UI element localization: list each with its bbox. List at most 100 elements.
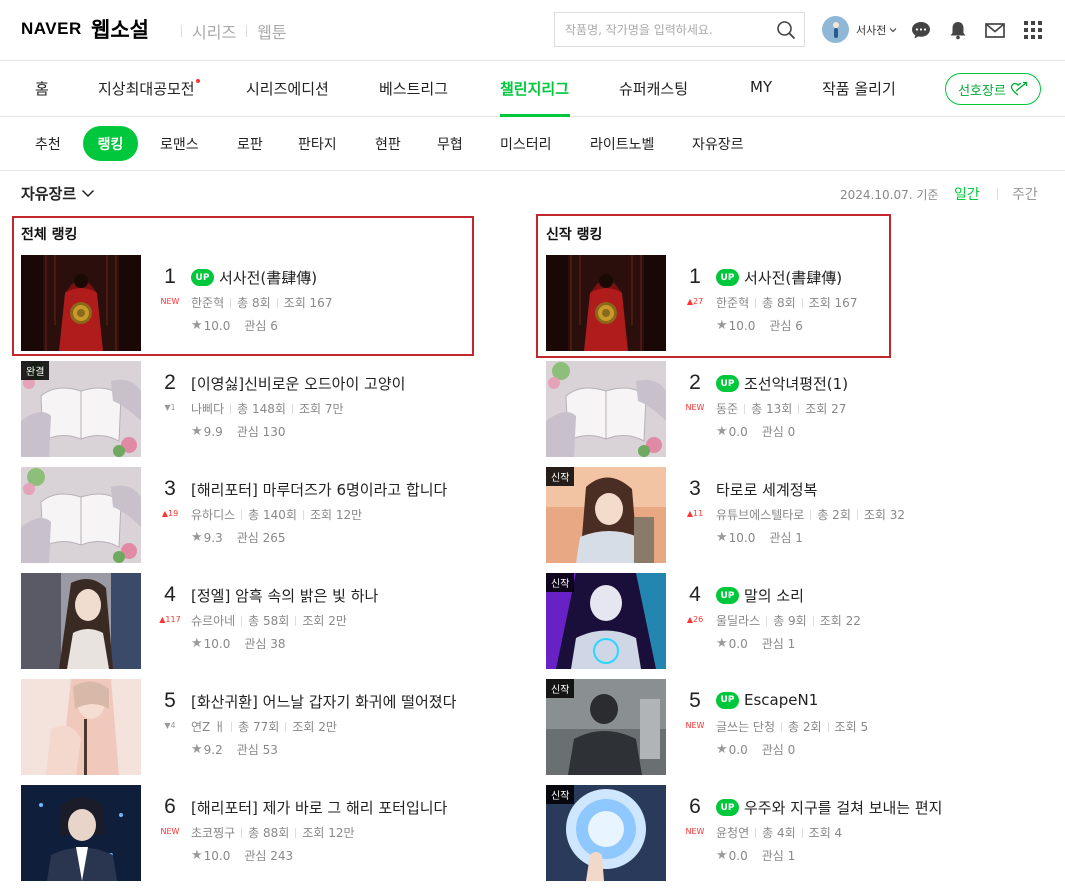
nav-my[interactable]: MY <box>750 78 772 96</box>
author-name[interactable]: 나삐다 <box>191 400 224 417</box>
cover-thumbnail[interactable] <box>546 361 666 457</box>
period-daily-tab[interactable]: 일간 <box>954 184 980 204</box>
title-line[interactable]: UP 조선악녀평전(1) <box>716 373 848 394</box>
title-line[interactable]: [화산귀환] 어느날 갑자기 화귀에 떨어졌다 <box>191 691 456 712</box>
cover-thumbnail[interactable]: 완결 <box>21 361 141 457</box>
subnav-free-genre[interactable]: 자유장르 <box>692 134 744 154</box>
work-title[interactable]: [해리포터] 마루더즈가 6명이라고 합니다 <box>191 479 447 500</box>
title-line[interactable]: [정엘] 암흑 속의 밝은 빛 하나 <box>191 585 378 606</box>
rank-item[interactable]: 완결 2 ▼1 [이영싫]신비로운 오드아이 고양이 나삐다 총 148회 조회 7만 ★ 9.… <box>21 361 481 457</box>
work-title[interactable]: 우주와 지구를 걸쳐 보내는 편지 <box>744 797 942 818</box>
work-title[interactable]: 타로로 세계정복 <box>716 479 817 500</box>
work-title[interactable]: EscapeN1 <box>744 691 818 709</box>
user-profile[interactable]: 서사전 <box>822 16 897 43</box>
author-name[interactable]: 유튜브에스텔타로 <box>716 506 804 523</box>
subnav-light-novel[interactable]: 라이트노벨 <box>590 134 654 154</box>
rank-change: ▼4 <box>164 721 176 730</box>
subnav-ranking[interactable]: 랭킹 <box>83 126 138 161</box>
author-name[interactable]: 연Z ㅐ <box>191 718 225 735</box>
cover-thumbnail[interactable] <box>21 679 141 775</box>
nav-upload[interactable]: 작품 올리기 <box>822 78 896 99</box>
author-name[interactable]: 한준혁 <box>191 294 224 311</box>
author-name[interactable]: 슈르아네 <box>191 612 235 629</box>
work-title[interactable]: [정엘] 암흑 속의 밝은 빛 하나 <box>191 585 378 606</box>
subnav-martial-arts[interactable]: 무협 <box>437 134 463 154</box>
cover-thumbnail[interactable]: 신작 <box>546 679 666 775</box>
work-title[interactable]: [화산귀환] 어느날 갑자기 화귀에 떨어졌다 <box>191 691 456 712</box>
cover-thumbnail[interactable]: 신작 <box>546 467 666 563</box>
work-title[interactable]: 서사전(書肆傳) <box>744 267 842 288</box>
title-line[interactable]: [이영싫]신비로운 오드아이 고양이 <box>191 373 405 394</box>
divider <box>781 721 783 732</box>
webtoon-link[interactable]: 웹툰 <box>257 19 286 43</box>
bell-icon[interactable] <box>947 19 969 41</box>
rank-item[interactable]: 1 NEW UP 서사전(書肆傳) 한준혁 총 8회 조회 167 ★ 10.0 관심 6 <box>21 255 481 351</box>
rank-item[interactable]: 4 ▲117 [정엘] 암흑 속의 밝은 빛 하나 슈르아네 총 58회 조회 2만 ★ 10… <box>21 573 481 669</box>
rank-item[interactable]: 신작 3 ▲11 타로로 세계정복 유튜브에스텔타로 총 2회 조회 32 ★ 10.0 관심 1 <box>546 467 1006 563</box>
author-name[interactable]: 글쓰는 단청 <box>716 718 775 735</box>
nav-home[interactable]: 홈 <box>35 78 49 99</box>
stat-line: ★ 9.3 관심 265 <box>191 529 286 546</box>
cover-thumbnail[interactable] <box>546 255 666 351</box>
cover-thumbnail[interactable] <box>21 467 141 563</box>
chevron-down-icon[interactable] <box>889 27 897 33</box>
subnav-recommend[interactable]: 추천 <box>35 134 61 154</box>
chat-icon[interactable] <box>910 19 932 41</box>
series-link[interactable]: 시리즈 <box>192 19 236 43</box>
title-line[interactable]: 타로로 세계정복 <box>716 479 817 500</box>
rank-item[interactable]: 2 NEW UP 조선악녀평전(1) 동준 총 13회 조회 27 ★ 0.0 관심 0 <box>546 361 1006 457</box>
title-line[interactable]: [해리포터] 제가 바로 그 해리 포터입니다 <box>191 797 447 818</box>
nav-best-league[interactable]: 베스트리그 <box>379 78 448 99</box>
title-line[interactable]: UP 우주와 지구를 걸쳐 보내는 편지 <box>716 797 942 818</box>
nav-contest[interactable]: 지상최대공모전 <box>98 78 200 99</box>
subnav-romance[interactable]: 로맨스 <box>160 134 199 154</box>
rank-item[interactable]: 1 ▲27 UP 서사전(書肆傳) 한준혁 총 8회 조회 167 ★ 10.0 관심 6 <box>546 255 1006 351</box>
title-line[interactable]: [해리포터] 마루더즈가 6명이라고 합니다 <box>191 479 447 500</box>
rank-item[interactable]: 신작 4 ▲26 UP 말의 소리 울딜라스 총 9회 조회 22 ★ 0.0 관심 1 <box>546 573 1006 669</box>
user-name[interactable]: 서사전 <box>856 22 886 38</box>
subnav-fantasy[interactable]: 판타지 <box>298 134 337 154</box>
title-line[interactable]: UP EscapeN1 <box>716 691 818 709</box>
author-name[interactable]: 동준 <box>716 400 738 417</box>
cover-thumbnail[interactable] <box>21 255 141 351</box>
title-line[interactable]: UP 서사전(書肆傳) <box>716 267 842 288</box>
subnav-mystery[interactable]: 미스터리 <box>500 134 552 154</box>
webnovel-logo[interactable]: 웹소설 <box>91 14 149 44</box>
work-title[interactable]: [이영싫]신비로운 오드아이 고양이 <box>191 373 405 394</box>
title-line[interactable]: UP 말의 소리 <box>716 585 804 606</box>
cover-thumbnail[interactable] <box>21 785 141 881</box>
period-weekly-tab[interactable]: 주간 <box>1012 184 1038 204</box>
subnav-rofan[interactable]: 로판 <box>237 134 263 154</box>
rank-item[interactable]: 3 ▲19 [해리포터] 마루더즈가 6명이라고 합니다 유하디스 총 140회 조회 1… <box>21 467 481 563</box>
meta-line: 윤청연 총 4회 조회 4 <box>716 824 842 841</box>
title-line[interactable]: UP 서사전(書肆傳) <box>191 267 317 288</box>
mail-icon[interactable] <box>984 19 1006 41</box>
subnav-modern-fantasy[interactable]: 현판 <box>375 134 401 154</box>
naver-logo[interactable]: NAVER <box>21 19 82 39</box>
author-name[interactable]: 한준혁 <box>716 294 749 311</box>
genre-preference-button[interactable]: 선호장르 <box>945 73 1041 105</box>
author-name[interactable]: 윤청연 <box>716 824 749 841</box>
work-title[interactable]: 조선악녀평전(1) <box>744 373 848 394</box>
author-name[interactable]: 유하디스 <box>191 506 235 523</box>
rank-item[interactable]: 신작 6 NEW UP 우주와 지구를 걸쳐 보내는 편지 윤청연 총 4회 조회 4 ★ 0.0… <box>546 785 1006 881</box>
nav-series-edition[interactable]: 시리즈에디션 <box>246 78 329 99</box>
author-name[interactable]: 초코찡구 <box>191 824 235 841</box>
work-title[interactable]: 말의 소리 <box>744 585 804 606</box>
cover-thumbnail[interactable]: 신작 <box>546 573 666 669</box>
search-input[interactable] <box>555 13 765 46</box>
search-icon[interactable] <box>776 20 796 40</box>
nav-challenge-league[interactable]: 챌린지리그 <box>500 78 569 99</box>
rank-item[interactable]: 신작 5 NEW UP EscapeN1 글쓰는 단청 총 2회 조회 5 ★ 0.0 관심 0 <box>546 679 1006 775</box>
work-title[interactable]: 서사전(書肆傳) <box>219 267 317 288</box>
rank-item[interactable]: 5 ▼4 [화산귀환] 어느날 갑자기 화귀에 떨어졌다 연Z ㅐ 총 77회 조회 2만… <box>21 679 481 775</box>
author-name[interactable]: 울딜라스 <box>716 612 760 629</box>
nav-super-casting[interactable]: 슈퍼캐스팅 <box>619 78 688 99</box>
rank-item[interactable]: 6 NEW [해리포터] 제가 바로 그 해리 포터입니다 초코찡구 총 88회 조회 1… <box>21 785 481 881</box>
work-title[interactable]: [해리포터] 제가 바로 그 해리 포터입니다 <box>191 797 447 818</box>
cover-thumbnail[interactable]: 신작 <box>546 785 666 881</box>
genre-dropdown[interactable]: 자유장르 <box>21 183 95 204</box>
cover-thumbnail[interactable] <box>21 573 141 669</box>
avatar[interactable] <box>822 16 849 43</box>
apps-grid-icon[interactable] <box>1022 19 1044 41</box>
